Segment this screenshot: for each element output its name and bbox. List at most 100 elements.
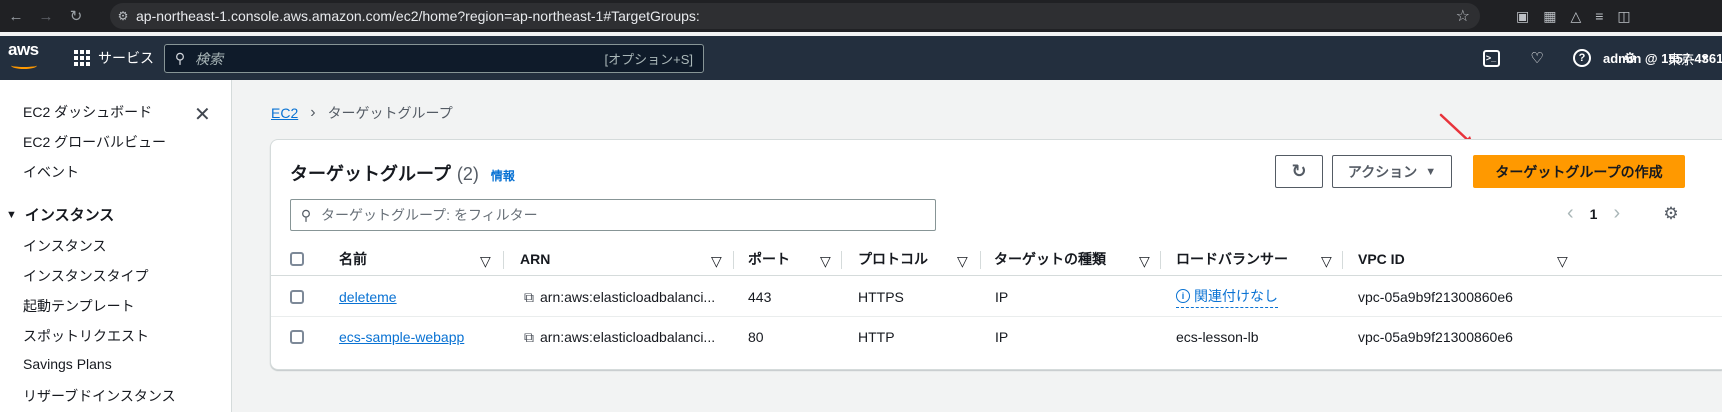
sort-caret-icon[interactable]: ▽ [1139, 253, 1150, 270]
aws-smile-icon [11, 62, 37, 69]
actions-dropdown-button[interactable]: アクション ▼ [1332, 155, 1452, 188]
column-divider[interactable] [1160, 251, 1161, 269]
sort-caret-icon[interactable]: ▽ [711, 253, 722, 270]
filter-box: ⚲ [290, 199, 936, 231]
chevron-left-icon[interactable]: ‹ [1567, 202, 1574, 225]
extension-icon[interactable]: ▣ [1516, 8, 1529, 25]
sidebar-item-ec2-dashboard[interactable]: EC2 ダッシュボード [23, 102, 152, 122]
column-label: 名前 [339, 251, 367, 267]
row-checkbox[interactable] [290, 330, 304, 344]
actions-label: アクション [1347, 163, 1418, 180]
cloudshell-glyph: >_ [1482, 49, 1500, 67]
sort-caret-icon[interactable]: ▽ [1557, 253, 1568, 270]
services-grid-icon [74, 50, 90, 66]
table-row: ecs-sample-webapp ⧉ arn:aws:elasticloadb… [271, 317, 1722, 357]
column-header-vpc-id[interactable]: VPC ID [1358, 242, 1405, 276]
load-balancer-value: 関連付けなし [1194, 288, 1278, 304]
column-header-arn[interactable]: ARN [520, 242, 550, 276]
target-group-name-link[interactable]: ecs-sample-webapp [339, 329, 464, 345]
column-header-protocol[interactable]: プロトコル [858, 242, 928, 276]
port-value: 80 [748, 329, 764, 345]
protocol-value: HTTPS [858, 289, 904, 305]
column-label: VPC ID [1358, 251, 1405, 267]
search-shortcut-hint: [オプション+S] [604, 52, 694, 67]
puzzle-icon[interactable]: △ [1570, 8, 1581, 25]
copy-icon[interactable]: ⧉ [524, 329, 534, 346]
arn-value: arn:aws:elasticloadbalanci... [540, 329, 716, 345]
cloudshell-icon[interactable]: >_ [1479, 46, 1503, 70]
load-balancer-popover-trigger[interactable]: i 関連付けなし [1176, 286, 1278, 308]
url-text: ap-northeast-1.console.aws.amazon.com/ec… [136, 8, 700, 24]
help-icon[interactable]: ? [1570, 46, 1594, 70]
back-icon[interactable]: ← [2, 2, 30, 30]
column-label: ポート [748, 251, 790, 267]
protocol-value: HTTP [858, 329, 895, 345]
column-divider[interactable] [841, 251, 842, 269]
column-header-name[interactable]: 名前 [339, 242, 367, 276]
current-page-number[interactable]: 1 [1590, 206, 1598, 222]
aws-console-header: aws サービス ⚲ [オプション+S] >_ ♡ ? ⚙ 東京 ▼ [0, 36, 1722, 80]
close-icon[interactable]: ✕ [194, 102, 211, 127]
aws-logo[interactable]: aws [8, 40, 44, 74]
side-panel-icon[interactable]: ◫ [1617, 8, 1630, 25]
sort-caret-icon[interactable]: ▽ [1321, 253, 1332, 270]
site-info-icon[interactable]: ⚙ [110, 9, 136, 23]
browser-toolbar: ← → ↻ ⚙ ap-northeast-1.console.aws.amazo… [0, 0, 1722, 32]
address-bar[interactable]: ⚙ ap-northeast-1.console.aws.amazon.com/… [110, 3, 1480, 29]
column-label: ターゲットの種類 [994, 251, 1106, 267]
sort-caret-icon[interactable]: ▽ [957, 253, 968, 270]
bookmark-star-icon[interactable]: ☆ [1456, 6, 1470, 26]
sidebar-item-instance-types[interactable]: インスタンスタイプ [23, 266, 148, 286]
vpc-id-value: vpc-05a9b9f21300860e6 [1358, 289, 1513, 305]
sidebar-section-label: インスタンス [24, 207, 115, 224]
filter-input[interactable] [321, 207, 935, 223]
column-divider[interactable] [1342, 251, 1343, 269]
copy-icon[interactable]: ⧉ [524, 289, 534, 306]
account-label: admin @ 1557-4361- [1603, 50, 1722, 66]
reload-icon[interactable]: ↻ [62, 2, 90, 30]
sidebar-item-spot-requests[interactable]: スポットリクエスト [23, 326, 149, 346]
search-icon: ⚲ [300, 206, 312, 223]
vpc-id-value: vpc-05a9b9f21300860e6 [1358, 329, 1513, 345]
row-checkbox[interactable] [290, 290, 304, 304]
column-divider[interactable] [980, 251, 981, 269]
forward-icon[interactable]: → [32, 2, 60, 30]
sidebar-item-instances[interactable]: インスタンス [23, 236, 106, 256]
info-link[interactable]: 情報 [491, 167, 515, 184]
console-search: ⚲ [オプション+S] [164, 44, 704, 73]
sidebar-item-global-view[interactable]: EC2 グローバルビュー [23, 132, 166, 152]
column-divider[interactable] [733, 251, 734, 269]
column-label: ロードバランサー [1176, 251, 1288, 267]
sidebar-item-events[interactable]: イベント [23, 162, 79, 182]
services-menu-button[interactable]: サービス [74, 36, 154, 80]
refresh-button[interactable]: ↻ [1275, 155, 1323, 188]
breadcrumb-ec2-link[interactable]: EC2 [271, 105, 298, 121]
column-header-target-type[interactable]: ターゲットの種類 [994, 242, 1106, 276]
target-group-name-link[interactable]: deleteme [339, 289, 397, 305]
caret-down-icon: ▼ [6, 208, 17, 221]
sidebar-item-launch-templates[interactable]: 起動テンプレート [23, 296, 135, 316]
create-target-group-button[interactable]: ターゲットグループの作成 [1473, 155, 1685, 188]
column-header-load-balancer[interactable]: ロードバランサー [1176, 242, 1288, 276]
reading-list-icon[interactable]: ≡ [1595, 8, 1603, 24]
arn-value: arn:aws:elasticloadbalanci... [540, 289, 716, 305]
table-preferences-gear-icon[interactable]: ⚙ [1661, 204, 1681, 224]
chevron-right-icon[interactable]: › [1613, 202, 1620, 225]
console-search-input[interactable] [195, 50, 605, 67]
sidebar-item-reserved-instances[interactable]: リザーブドインスタンス [23, 386, 176, 406]
column-header-port[interactable]: ポート [748, 242, 790, 276]
sort-caret-icon[interactable]: ▽ [480, 253, 491, 270]
sidebar-navigation: ✕ EC2 ダッシュボード EC2 グローバルビュー イベント ▼ インスタンス… [0, 80, 232, 412]
notifications-bell-icon[interactable]: ♡ [1525, 46, 1549, 70]
select-all-checkbox[interactable] [290, 252, 304, 266]
services-label: サービス [98, 50, 154, 66]
qr-code-icon[interactable]: ▦ [1543, 8, 1556, 25]
account-menu[interactable]: admin @ 1557-4361- [1603, 36, 1722, 80]
sort-caret-icon[interactable]: ▽ [820, 253, 831, 270]
sidebar-item-savings-plans[interactable]: Savings Plans [23, 356, 112, 372]
pagination: ‹ 1 › [1567, 202, 1620, 225]
sidebar-section-instances[interactable]: ▼ インスタンス [6, 204, 114, 225]
help-glyph: ? [1573, 49, 1591, 67]
breadcrumb: EC2 › ターゲットグループ [271, 103, 453, 123]
column-divider[interactable] [503, 251, 504, 269]
